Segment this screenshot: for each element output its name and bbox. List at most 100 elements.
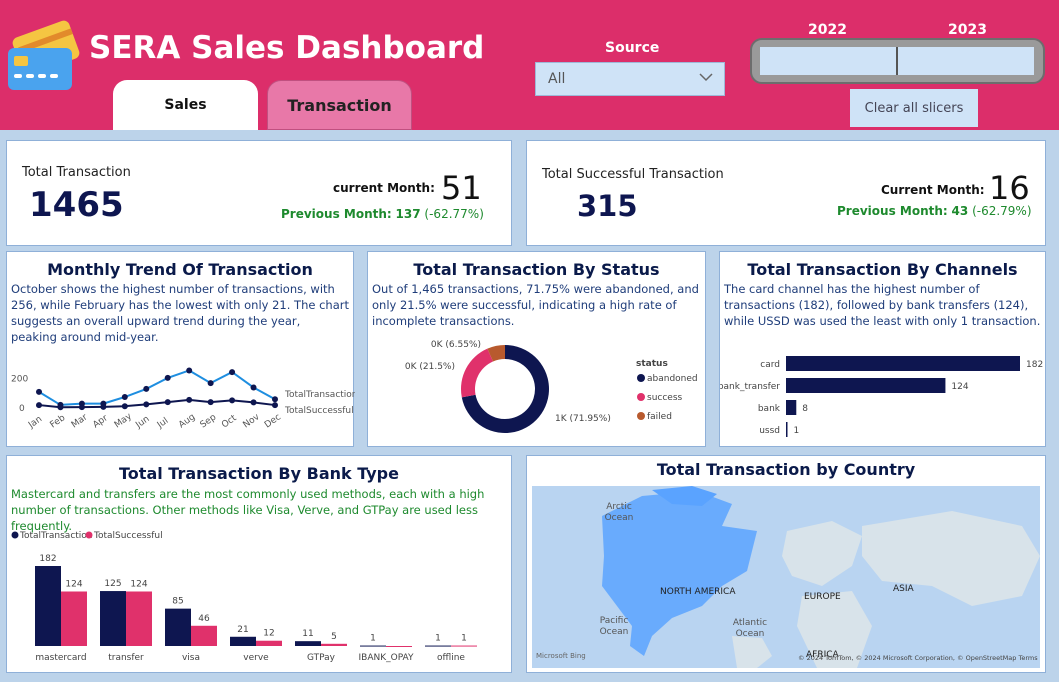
- kpi-total-prev-label: Previous Month:: [281, 207, 392, 221]
- kpi-total-prev-value: 137: [395, 207, 421, 221]
- map-attribution[interactable]: © 2024 TomTom, © 2024 Microsoft Corporat…: [798, 654, 1038, 662]
- bar-value-label: 1: [461, 634, 467, 644]
- map-label-arctic: Arctic Ocean: [604, 502, 634, 523]
- tab-transaction[interactable]: Transaction: [267, 80, 412, 130]
- legend-label: TotalTransaction: [19, 531, 93, 541]
- data-point: [143, 385, 150, 392]
- kpi-total-previous: Previous Month: 137 (-62.77%): [281, 207, 484, 221]
- series-label: TotalTransaction: [284, 390, 355, 400]
- bar-TotalSuccessful: [451, 645, 477, 647]
- data-point: [207, 380, 214, 387]
- donut-slice-success: [461, 348, 493, 398]
- clear-slicers-label: Clear all slicers: [864, 100, 964, 116]
- country-map-title: Total Transaction by Country: [656, 460, 916, 479]
- kpi-success-current-label: Current Month:: [881, 183, 985, 197]
- chevron-down-icon: [698, 71, 714, 87]
- channels-bar-chart: card 182 bank_transfer 124 bank 8 ussd 1: [720, 356, 1043, 437]
- x-tick-label: GTPay: [307, 653, 336, 663]
- data-point: [229, 369, 236, 376]
- x-tick-label: offline: [437, 653, 465, 663]
- year-slicer-2022[interactable]: [760, 47, 898, 75]
- map-label-north-america: NORTH AMERICA: [660, 587, 736, 597]
- y-tick-label: 200: [11, 375, 28, 385]
- x-tick-label: Jun: [133, 414, 151, 431]
- kpi-success-value: 315: [577, 189, 638, 223]
- tab-sales-label: Sales: [164, 97, 207, 113]
- year-label-2023: 2023: [948, 22, 987, 38]
- legend-label: abandoned: [647, 374, 698, 384]
- bar-value-label: 11: [302, 629, 313, 639]
- x-tick-label: Jul: [155, 416, 170, 431]
- data-point: [36, 388, 42, 395]
- data-point: [250, 399, 257, 406]
- bar-value-label: 46: [198, 614, 210, 624]
- data-point: [229, 397, 236, 404]
- bar-value-label: 1: [370, 634, 376, 644]
- data-point: [36, 402, 42, 409]
- legend-marker: [85, 531, 93, 539]
- kpi-success-prev-change: (-62.79%): [972, 204, 1032, 218]
- kpi-total-current-value: 51: [441, 169, 482, 207]
- year-slicer[interactable]: [750, 38, 1045, 84]
- data-point: [207, 399, 214, 406]
- bar-TotalSuccessful: [256, 640, 282, 646]
- bar-card: [786, 356, 1020, 371]
- kpi-total-card: Total Transaction 1465 current Month: 51…: [6, 140, 512, 246]
- source-dropdown[interactable]: All: [535, 62, 725, 96]
- series-label: TotalSuccessful: [284, 406, 354, 416]
- bar-value-label: 182: [39, 554, 56, 564]
- data-point: [250, 384, 257, 391]
- donut-data-label: 1K (71.95%): [555, 414, 611, 424]
- donut-data-label: 0K (21.5%): [405, 362, 455, 372]
- map-label-europe: EUROPE: [804, 592, 841, 602]
- bar-TotalSuccessful: [386, 646, 412, 647]
- status-title: Total Transaction By Status: [413, 260, 660, 279]
- legend-marker: [11, 531, 19, 539]
- clear-slicers-button[interactable]: Clear all slicers: [850, 89, 978, 127]
- bar-bank: [786, 400, 797, 415]
- kpi-success-card: Total Successful Transaction 315 Current…: [526, 140, 1046, 246]
- kpi-success-prev-value: 43: [951, 204, 969, 218]
- bar-value-label: 5: [331, 632, 337, 642]
- channels-card: Total Transaction By Channels The card c…: [719, 251, 1046, 447]
- bar-value-label: 125: [104, 579, 121, 589]
- tab-transaction-label: Transaction: [287, 95, 392, 115]
- legend-marker: [637, 374, 645, 382]
- x-tick-label: Apr: [91, 413, 110, 430]
- bar-value-label: 12: [263, 629, 274, 639]
- donut-data-label: 0K (6.55%): [431, 340, 481, 350]
- bar-value-label: 85: [172, 597, 183, 607]
- x-tick-label: IBANK_OPAY: [358, 653, 414, 663]
- data-point: [78, 404, 85, 411]
- year-slicer-2023[interactable]: [898, 47, 1034, 75]
- status-donut-chart: 1K (71.95%) 0K (21.5%) 0K (6.55%) status aba…: [405, 340, 698, 433]
- data-point: [186, 396, 193, 403]
- bar-TotalTransaction: [295, 641, 321, 646]
- status-card: Total Transaction By Status Out of 1,465…: [367, 251, 706, 447]
- kpi-success-label: Total Successful Transaction: [542, 167, 724, 182]
- series-line-TotalTransaction: [38, 369, 276, 406]
- tab-sales[interactable]: Sales: [113, 80, 258, 130]
- x-tick-label: Sep: [199, 412, 219, 430]
- bank-type-card: Total Transaction By Bank Type Mastercar…: [6, 455, 512, 673]
- x-tick-label: visa: [182, 653, 200, 663]
- data-point: [143, 401, 150, 408]
- map-area[interactable]: Arctic Ocean NORTH AMERICA EUROPE ASIA P…: [532, 486, 1040, 668]
- x-tick-label: Oct: [220, 413, 239, 430]
- map-label-asia: ASIA: [893, 584, 914, 594]
- channels-title: Total Transaction By Channels: [747, 260, 1018, 279]
- map-label-atlantic: Atlantic Ocean: [732, 618, 768, 639]
- data-point: [272, 396, 278, 403]
- credit-card-icon: [6, 20, 81, 95]
- legend-label: TotalSuccessful: [93, 531, 163, 541]
- dashboard-title: SERA Sales Dashboard: [89, 30, 485, 66]
- data-point: [121, 403, 128, 410]
- bar-TotalSuccessful: [126, 591, 152, 646]
- x-tick-label: mastercard: [35, 653, 86, 663]
- bar-value-label: 1: [794, 426, 800, 436]
- bar-category-label: ussd: [759, 426, 780, 436]
- data-point: [57, 404, 64, 411]
- bar-category-label: card: [760, 360, 780, 370]
- bar-value-label: 124: [65, 579, 82, 589]
- kpi-success-prev-label: Previous Month:: [837, 204, 948, 218]
